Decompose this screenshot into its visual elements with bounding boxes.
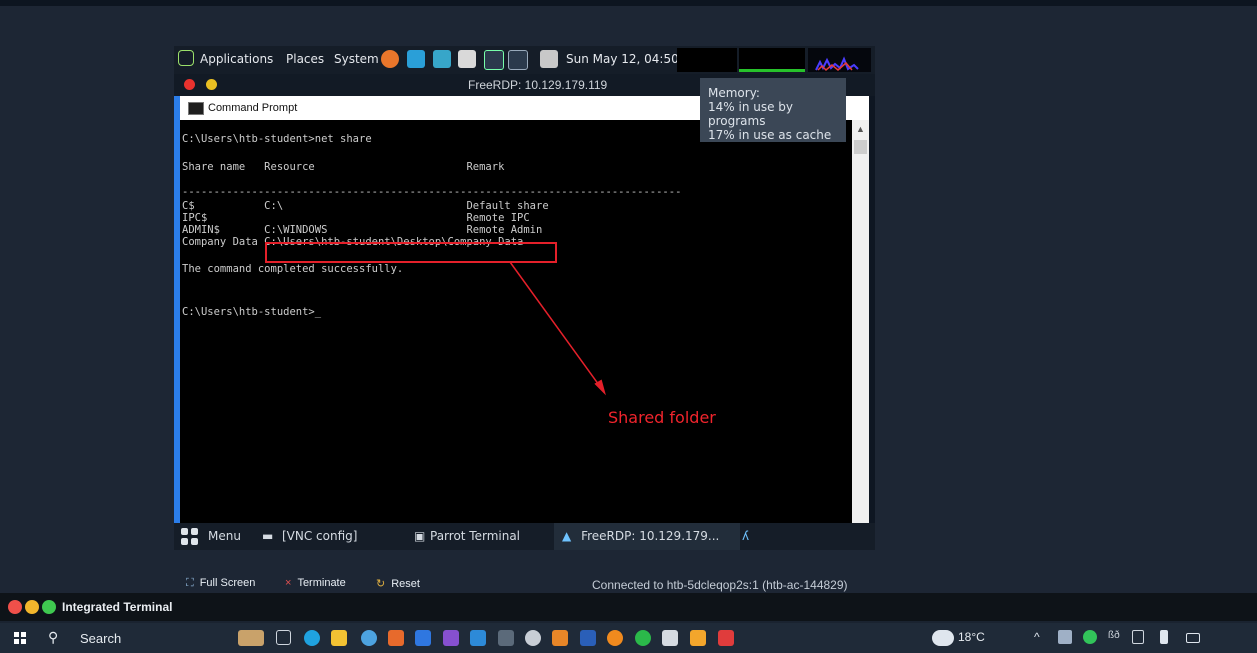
recorder-icon[interactable] [718,630,734,646]
app-icon[interactable] [580,630,596,646]
visual-studio-icon[interactable] [443,630,459,646]
sublime-icon[interactable] [388,630,404,646]
search-label: Search [80,631,122,646]
chrome-icon[interactable] [361,630,377,646]
terminal-app-icon[interactable] [498,630,514,646]
vlc-icon[interactable] [552,630,568,646]
file-explorer-icon[interactable] [331,630,347,646]
task-view-icon[interactable] [276,630,291,645]
windows-taskbar: ⚲ Search 18°C ^ ßð [0,623,1257,653]
integrated-terminal-bar: Integrated Terminal [0,593,1257,621]
edge-icon[interactable] [304,630,320,646]
close-dot-icon[interactable] [8,600,22,614]
settings-gear-icon[interactable] [662,630,678,646]
postman-icon[interactable] [690,630,706,646]
taskbar-search[interactable]: ⚲ Search [48,629,228,649]
weather-temp[interactable]: 18°C [958,630,985,644]
search-icon: ⚲ [48,629,59,645]
github-icon[interactable] [525,630,541,646]
minimize-dot-icon[interactable] [25,600,39,614]
tooltip-heading: Memory: [708,86,760,100]
integrated-terminal-label: Integrated Terminal [62,600,173,614]
chevron-up-icon[interactable]: ^ [1034,630,1048,644]
annotation-arrow [509,261,606,396]
vscode-icon[interactable] [470,630,486,646]
tray-usb-icon[interactable] [1160,630,1168,644]
tray-tablet-icon[interactable] [1132,630,1144,644]
tray-app-icon[interactable] [1058,630,1072,644]
tray-lang-icon[interactable]: ßð [1108,630,1122,644]
firefox-taskbar-icon[interactable] [607,630,623,646]
x-icon: × [285,577,292,589]
memory-tooltip: Memory: 14% in use by programs 17% in us… [700,78,846,142]
maximize-dot-icon[interactable] [42,600,56,614]
bunny-widget-icon[interactable] [238,630,264,646]
windows-start-icon[interactable] [14,632,26,644]
annotation-label: Shared folder [608,408,716,427]
wireshark-icon[interactable] [415,630,431,646]
refresh-icon: ↻ [376,578,386,590]
weather-cloud-icon[interactable] [932,630,954,646]
connection-status: Connected to htb-5dcleqop2s:1 (htb-ac-14… [592,578,848,592]
expand-icon: ⛶ [186,577,194,589]
close-icon[interactable]: ✕ [846,100,858,117]
tray-battery-icon[interactable] [1186,633,1200,643]
tray-shield-icon[interactable] [1083,630,1097,644]
tooltip-line2: 17% in use as cache [708,128,832,142]
whatsapp-icon[interactable] [635,630,651,646]
tooltip-line1: 14% in use by programs [708,100,794,128]
